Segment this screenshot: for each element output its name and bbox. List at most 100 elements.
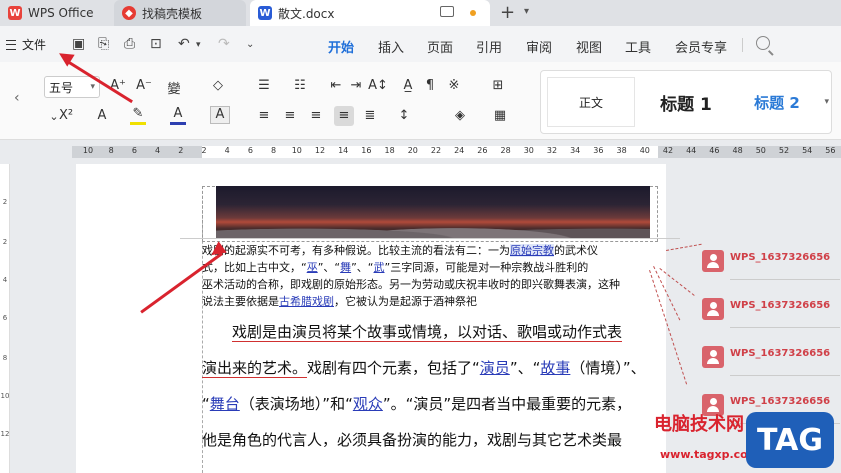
comment-card[interactable]: WPS_1637326656 [702,298,841,336]
style-heading1[interactable]: 标题 1 [641,77,731,127]
tab-template[interactable]: ◆ 找稿壳模板 [114,0,246,26]
style-heading2[interactable]: 标题 2 [737,77,817,127]
highlight-icon[interactable]: ✎ [128,106,148,121]
font-color-icon[interactable]: A [168,106,188,121]
ruler-number: 24 [454,146,465,155]
hyperlink[interactable]: 观众 [353,395,383,413]
new-tab-button[interactable]: + [500,2,515,23]
ruler-number: 6 [247,146,253,155]
tab-view[interactable]: 视图 [576,37,602,56]
chevron-down-icon: ▾ [90,82,95,92]
comment-author: WPS_1637326656 [730,348,831,359]
comment-card[interactable]: WPS_1637326656 [702,346,841,384]
hyperlink[interactable]: 故事 [540,359,570,377]
ruler-number: 44 [686,146,697,155]
undo-icon[interactable]: ↶ [178,36,190,52]
chevron-down-icon[interactable]: ⌄ [246,39,254,50]
ribbon-scroll-left-icon[interactable]: ‹ [14,90,20,106]
document-line[interactable]: 他是角色的代言人，必须具备扮演的能力，戏剧与其它艺术类最 [202,430,662,450]
tab-references[interactable]: 引用 [476,37,502,56]
hyperlink[interactable]: 舞 [340,261,351,274]
outdent-icon[interactable]: ⇤ [326,78,346,93]
avatar-icon [702,346,724,368]
asian-layout-icon[interactable]: ※ [444,78,464,93]
watermark: 电脑技术网 www.tagxp.com TAG [648,408,841,473]
sort-icon[interactable]: A↕ [368,78,388,93]
tab-review[interactable]: 审阅 [526,37,552,56]
document-line[interactable]: 戏剧是由演员将某个故事或情境，以对话、歌唱或动作式表 [202,322,662,342]
hyperlink[interactable]: 原始宗教 [510,244,554,257]
style-normal[interactable]: 正文 [547,77,635,127]
search-icon[interactable] [756,36,770,50]
document-line[interactable]: 戏剧的起源实不可考，有多种假说。比较主流的看法有二：一为原始宗教的武术仪 [202,243,662,259]
ruler-number: 30 [523,146,534,155]
align-left-icon[interactable]: ≡ [254,108,274,123]
tab-document[interactable]: W 散文.docx [250,0,490,26]
document-line[interactable]: 巫术活动的合称，即戏剧的原始形态。另一为劳动或庆祝丰收时的即兴歌舞表演，这种 [202,277,662,293]
bullets-icon[interactable]: ☰ [254,78,274,93]
comment-body[interactable] [730,268,840,280]
clear-format-icon[interactable]: ◇ [208,78,228,93]
table-icon[interactable]: ⊞ [488,78,508,93]
inserted-image[interactable] [216,186,650,239]
chevron-down-icon[interactable]: ▾ [824,97,829,107]
document-line[interactable]: 说法主要依据是古希腊戏剧，它被认为是起源于酒神祭祀 [202,294,662,310]
document-line[interactable]: 式，比如上古中文，“巫”、“舞”、“武”三字同源，可能是对一种宗教战斗胜利的 [202,260,662,276]
ruler-number: 28 [500,146,511,155]
hyperlink[interactable]: 武 [374,261,385,274]
border-icon[interactable]: ▦ [490,108,510,123]
font-size-adjust-icon[interactable]: A̲ [398,78,418,93]
tab-page[interactable]: 页面 [427,37,453,56]
text-effect-icon[interactable]: A [92,108,112,123]
hyperlink[interactable]: 舞台 [210,395,240,413]
comment-body[interactable] [730,364,840,376]
comment-card[interactable]: WPS_1637326656 [702,250,841,288]
align-right-icon[interactable]: ≡ [306,108,326,123]
ruler-number: 10 [0,392,10,400]
vertical-ruler: 2 2 4 6 8 10 12 [0,164,10,473]
tab-start[interactable]: 开始 [328,37,354,64]
shrink-font-icon[interactable]: A⁻ [134,78,154,93]
numbering-icon[interactable]: ☷ [290,78,310,93]
screen-icon[interactable] [440,6,454,17]
indent-icon[interactable]: ⇥ [346,78,366,93]
redo-icon[interactable]: ↷ [218,36,230,52]
line-spacing-icon[interactable]: ↕ [394,108,414,123]
tab-insert[interactable]: 插入 [378,37,404,56]
document-line[interactable]: 演出来的艺术。戏剧有四个元素，包括了“演员”、“故事（情境）”、 [202,358,662,378]
show-marks-icon[interactable]: ¶ [420,78,440,93]
save-icon[interactable]: ▣ [72,36,85,52]
chevron-down-icon[interactable]: ▾ [196,40,201,50]
comment-body[interactable] [730,316,840,328]
hyperlink[interactable]: 演员 [480,359,510,377]
print-icon[interactable]: ⎙ [124,36,135,52]
distributed-icon[interactable]: ≣ [360,108,380,123]
superscript-icon[interactable]: X² [56,108,76,123]
align-center-icon[interactable]: ≡ [280,108,300,123]
export-pdf-icon[interactable]: ⎘ [98,36,109,52]
hyperlink[interactable]: 古希腊戏剧 [279,295,334,308]
tab-wps-office[interactable]: W WPS Office [0,0,112,26]
ruler-number: 32 [546,146,558,155]
hyperlink[interactable]: 巫 [307,261,318,274]
ruler-number: 34 [570,146,581,155]
font-size-select[interactable]: 五号 ▾ [44,76,100,98]
ruler-number: 26 [477,146,488,155]
watermark-badge: TAG [746,412,834,468]
ruler-number: 42 [662,146,674,155]
tab-member[interactable]: 会员专享 [675,37,727,56]
char-shading-icon[interactable]: A [210,106,230,124]
ruler-number: 56 [825,146,836,155]
shading-icon[interactable]: ◈ [450,108,470,123]
ruler-number: 36 [593,146,604,155]
ruler-number: 54 [802,146,813,155]
text-run: （表演场地）”和“ [239,395,353,413]
chevron-down-icon[interactable]: ▾ [524,6,529,17]
justify-icon[interactable]: ≡ [334,106,354,126]
file-menu[interactable]: 文件 [6,36,46,53]
print-preview-icon[interactable]: ⊡ [150,36,162,52]
tab-tools[interactable]: 工具 [625,37,651,56]
text-run: ”、“ [351,261,374,274]
phonetic-icon[interactable]: 變 [164,78,184,97]
document-line[interactable]: “舞台（表演场地）”和“观众”。“演员”是四者当中最重要的元素， [202,394,662,414]
